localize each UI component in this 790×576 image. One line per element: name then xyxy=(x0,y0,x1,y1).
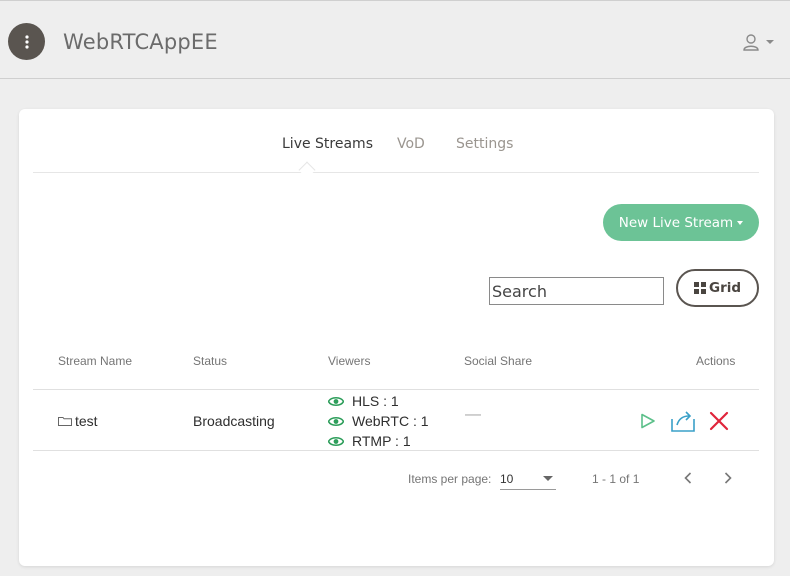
streams-table: Stream Name Status Viewers Social Share … xyxy=(33,341,759,451)
header-social-share: Social Share xyxy=(464,354,533,368)
chevron-down-icon xyxy=(766,40,774,44)
caret-down-icon xyxy=(737,220,744,225)
chevron-right-icon xyxy=(724,472,732,484)
tab-live-streams[interactable]: Live Streams xyxy=(282,136,373,152)
viewer-rtmp: RTMP : 1 xyxy=(328,433,411,449)
eye-icon xyxy=(328,436,344,446)
delete-icon[interactable] xyxy=(709,411,729,431)
dropdown-arrow-icon xyxy=(543,476,553,481)
user-menu-button[interactable] xyxy=(742,31,776,53)
folder-icon xyxy=(58,417,72,426)
table-header-row: Stream Name Status Viewers Social Share … xyxy=(33,341,759,390)
chevron-left-icon xyxy=(684,472,692,484)
header-actions: Actions xyxy=(696,354,736,368)
page-size-select[interactable]: 10 xyxy=(500,466,556,490)
more-menu-button[interactable] xyxy=(8,23,45,60)
viewer-webrtc: WebRTC : 1 xyxy=(328,413,429,429)
viewer-rtmp-label: RTMP : 1 xyxy=(352,433,411,449)
play-icon[interactable] xyxy=(640,413,656,429)
search-input[interactable] xyxy=(489,277,664,305)
eye-icon xyxy=(328,416,344,426)
stream-name-cell: test xyxy=(58,413,98,429)
viewer-hls-label: HLS : 1 xyxy=(352,393,399,409)
user-icon xyxy=(743,34,759,51)
social-share-value: — xyxy=(465,406,481,423)
tab-vod[interactable]: VoD xyxy=(397,136,425,152)
next-page-button[interactable] xyxy=(716,466,740,490)
viewer-webrtc-label: WebRTC : 1 xyxy=(352,413,429,429)
table-row: test Broadcasting HLS : 1 WebRTC : 1 RTM… xyxy=(33,390,759,451)
viewer-hls: HLS : 1 xyxy=(328,393,399,409)
grid-icon xyxy=(693,282,706,294)
main-card: Live Streams VoD Settings New Live Strea… xyxy=(19,109,774,566)
grid-view-button[interactable]: Grid xyxy=(676,269,759,307)
eye-icon xyxy=(328,396,344,406)
app-title: WebRTCAppEE xyxy=(63,30,218,54)
stream-name: test xyxy=(75,413,98,429)
header-status: Status xyxy=(193,354,228,368)
top-bar: WebRTCAppEE xyxy=(0,0,790,79)
stream-status: Broadcasting xyxy=(193,413,275,429)
grid-label: Grid xyxy=(708,280,742,296)
page-size-value: 10 xyxy=(500,472,514,486)
tab-bar: Live Streams VoD Settings xyxy=(33,109,759,173)
header-viewers: Viewers xyxy=(328,354,371,368)
page-range: 1 - 1 of 1 xyxy=(592,472,640,486)
new-live-stream-button[interactable]: New Live Stream xyxy=(603,204,759,241)
share-icon[interactable] xyxy=(671,410,695,432)
tab-settings[interactable]: Settings xyxy=(456,136,513,152)
new-live-stream-label: New Live Stream xyxy=(618,214,734,231)
previous-page-button[interactable] xyxy=(676,466,700,490)
paginator: Items per page: 10 1 - 1 of 1 xyxy=(33,454,759,504)
header-stream-name: Stream Name xyxy=(58,354,133,368)
more-vertical-icon xyxy=(24,34,29,49)
items-per-page-label: Items per page: xyxy=(408,472,492,486)
